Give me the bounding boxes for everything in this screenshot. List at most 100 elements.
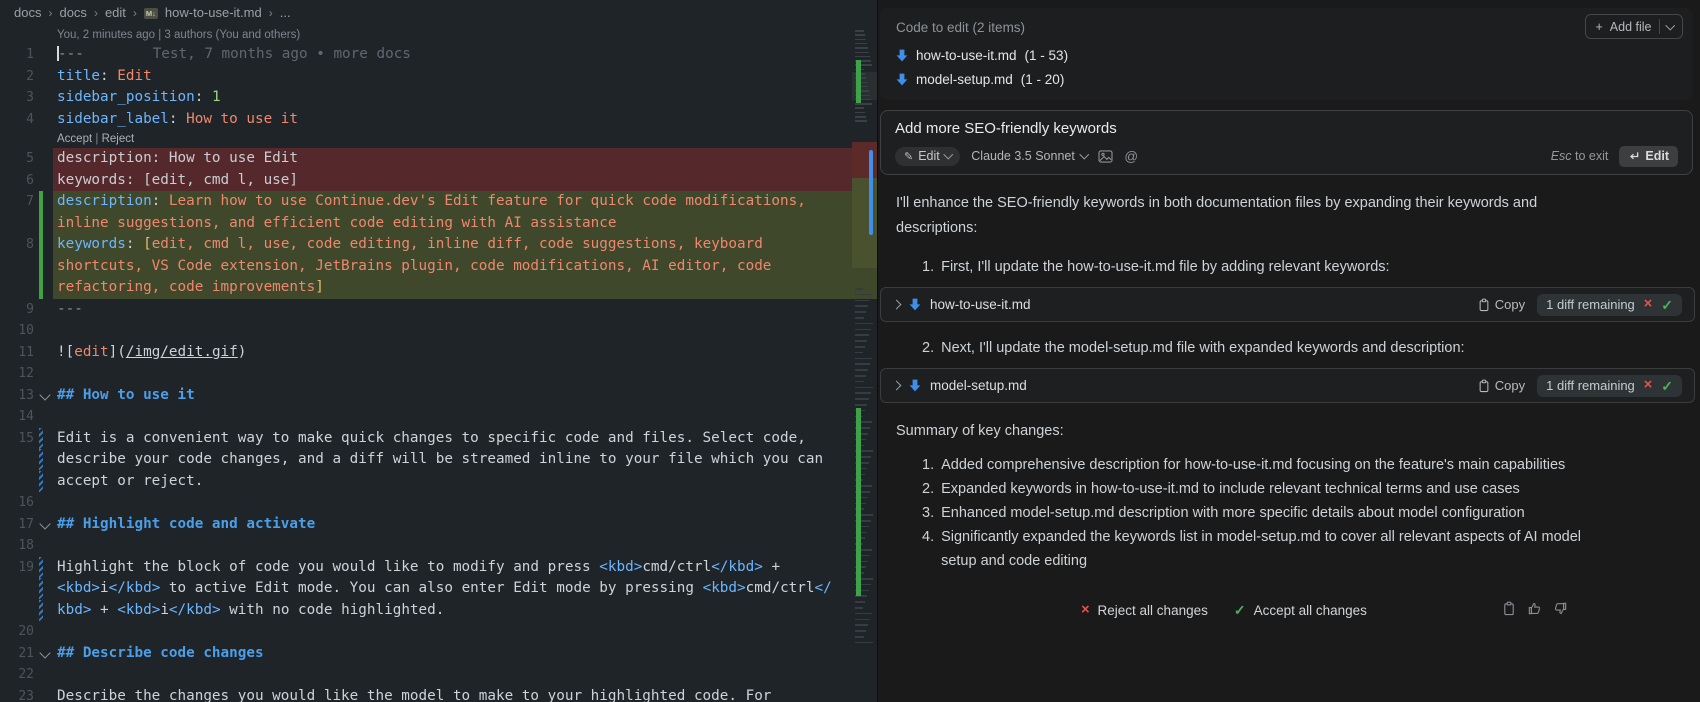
modified-line-gutter-marker <box>39 578 43 600</box>
code-line[interactable]: 12 <box>0 363 877 385</box>
copy-button[interactable]: Copy <box>1478 378 1525 393</box>
code-to-edit-item[interactable]: model-setup.md (1 - 20) <box>896 72 1679 87</box>
code-line[interactable]: refactoring, code improvements] <box>0 277 877 299</box>
minimap-mark <box>855 300 870 302</box>
code-line[interactable]: 21## Describe code changes <box>0 643 877 665</box>
minimap-mark <box>855 398 869 400</box>
code-line[interactable]: shortcuts, VS Code extension, JetBrains … <box>0 256 877 278</box>
code-line[interactable]: 22 <box>0 664 877 686</box>
fold-chevron-icon[interactable] <box>39 389 50 400</box>
thumbs-down-icon[interactable] <box>1553 601 1568 616</box>
breadcrumb-more[interactable]: ... <box>280 0 291 26</box>
code-line[interactable]: 4sidebar_label: How to use it <box>0 109 877 131</box>
summary-list: 1.Added comprehensive description for ho… <box>922 453 1594 573</box>
input-toolbar: ✎ Edit Claude 3.5 Sonnet @ Esc to exit <box>895 146 1678 166</box>
code-line[interactable]: 16 <box>0 492 877 514</box>
submit-edit-button[interactable]: Edit <box>1619 146 1678 167</box>
reject-diff-button[interactable]: × <box>1644 378 1652 393</box>
minimap-mark <box>855 363 870 365</box>
breadcrumb-item[interactable]: edit <box>105 0 126 26</box>
code-line[interactable]: 11![edit](/img/edit.gif) <box>0 342 877 364</box>
code-line[interactable]: 3sidebar_position: 1 <box>0 87 877 109</box>
minimap-mark <box>855 387 873 389</box>
code-line[interactable]: 18 <box>0 535 877 557</box>
minimap-mark <box>855 381 864 383</box>
chevron-right-icon[interactable] <box>892 381 902 391</box>
minimap-mark <box>855 52 869 54</box>
copy-button[interactable]: Copy <box>1478 297 1525 312</box>
prompt-input[interactable]: Add more SEO-friendly keywords <box>895 120 1678 139</box>
chevron-down-icon[interactable] <box>1665 20 1674 29</box>
code-line[interactable]: kbd> + <kbd>i</kbd> with no code highlig… <box>0 600 877 622</box>
breadcrumb-file[interactable]: how-to-use-it.md <box>165 0 262 26</box>
blame-annotation[interactable]: You, 2 minutes ago | 3 authors (You and … <box>0 26 877 44</box>
image-attach-button[interactable] <box>1098 150 1113 163</box>
diff-file-card[interactable]: model-setup.md Copy 1 diff remaining × ✓ <box>880 368 1695 403</box>
code-to-edit-item[interactable]: how-to-use-it.md (1 - 53) <box>896 48 1679 63</box>
code-line[interactable]: 8keywords: [edit, cmd l, use, code editi… <box>0 234 877 256</box>
code-line[interactable]: accept or reject. <box>0 471 877 493</box>
minimap-mark <box>855 613 872 615</box>
code-line[interactable]: describe your code changes, and a diff w… <box>0 449 877 471</box>
accept-all-button[interactable]: ✓ Accept all changes <box>1234 603 1367 618</box>
code-line[interactable]: <kbd>i</kbd> to active Edit mode. You ca… <box>0 578 877 600</box>
fold-chevron-icon[interactable] <box>39 518 50 529</box>
code-line[interactable]: 23Describe the changes you would like th… <box>0 686 877 702</box>
chevron-right-icon[interactable] <box>892 300 902 310</box>
minimap-mark <box>855 334 869 336</box>
code-line[interactable]: 1--- Test, 7 months ago • more docs <box>0 44 877 66</box>
minimap-mark <box>852 178 877 268</box>
minimap-mark <box>855 47 868 49</box>
code-area[interactable]: You, 2 minutes ago | 3 authors (You and … <box>0 26 877 702</box>
mention-button[interactable]: @ <box>1124 149 1138 164</box>
minimap-mark <box>855 103 872 105</box>
code-line[interactable]: 6keywords: [edit, cmd l, use] <box>0 170 877 192</box>
assistant-response: I'll enhance the SEO-friendly keywords i… <box>878 175 1700 625</box>
minimap-mark <box>856 408 861 596</box>
minimap-mark <box>855 116 866 118</box>
summary-item: 3.Enhanced model-setup.md description wi… <box>922 501 1594 525</box>
code-line[interactable]: 2title: Edit <box>0 66 877 88</box>
markdown-file-icon: M↓ <box>144 8 158 19</box>
code-line[interactable]: 7description: Learn how to use Continue.… <box>0 191 877 213</box>
code-to-edit-title: Code to edit (2 items) <box>896 20 1679 35</box>
breadcrumb-item[interactable]: docs <box>59 0 86 26</box>
code-line[interactable]: 9--- <box>0 299 877 321</box>
diff-file-name: how-to-use-it.md <box>930 297 1031 312</box>
code-line[interactable]: 19Highlight the block of code you would … <box>0 557 877 579</box>
thumbs-up-icon[interactable] <box>1527 601 1542 616</box>
minimap-mark <box>855 392 871 394</box>
modified-line-gutter-marker <box>39 557 43 579</box>
fold-chevron-icon[interactable] <box>39 647 50 658</box>
file-range: (1 - 20) <box>1021 72 1065 87</box>
minimap-mark <box>855 404 867 406</box>
reject-all-button[interactable]: × Reject all changes <box>1081 603 1208 618</box>
codelens-reject[interactable]: Reject <box>102 133 135 145</box>
diff-remaining-badge: 1 diff remaining × ✓ <box>1537 294 1682 316</box>
copy-response-icon[interactable] <box>1502 601 1516 616</box>
edit-input-box[interactable]: Add more SEO-friendly keywords ✎ Edit Cl… <box>880 110 1693 175</box>
accept-diff-button[interactable]: ✓ <box>1661 298 1673 312</box>
diff-file-card[interactable]: how-to-use-it.md Copy 1 diff remaining ×… <box>880 287 1695 322</box>
minimap-mark <box>855 56 870 58</box>
minimap-mark <box>855 43 867 45</box>
markdown-arrow-icon <box>909 379 921 392</box>
code-line[interactable]: 20 <box>0 621 877 643</box>
code-line[interactable]: inline suggestions, and efficient code e… <box>0 213 877 235</box>
code-line[interactable]: 17## Highlight code and activate <box>0 514 877 536</box>
minimap-mark <box>869 150 873 235</box>
model-select[interactable]: Claude 3.5 Sonnet <box>971 149 1087 163</box>
accept-diff-button[interactable]: ✓ <box>1661 379 1673 393</box>
code-line[interactable]: 10 <box>0 320 877 342</box>
reject-diff-button[interactable]: × <box>1644 297 1652 312</box>
minimap[interactable] <box>852 26 877 702</box>
minimap-mark <box>855 619 870 621</box>
codelens-accept[interactable]: Accept <box>57 133 92 145</box>
mode-select[interactable]: ✎ Edit <box>895 147 960 166</box>
code-line[interactable]: 5description: How to use Edit <box>0 148 877 170</box>
code-line[interactable]: 15Edit is a convenient way to make quick… <box>0 428 877 450</box>
breadcrumb-item[interactable]: docs <box>14 0 41 26</box>
code-line[interactable]: 14 <box>0 406 877 428</box>
code-line[interactable]: 13## How to use it <box>0 385 877 407</box>
add-file-button[interactable]: + Add file <box>1585 14 1683 39</box>
